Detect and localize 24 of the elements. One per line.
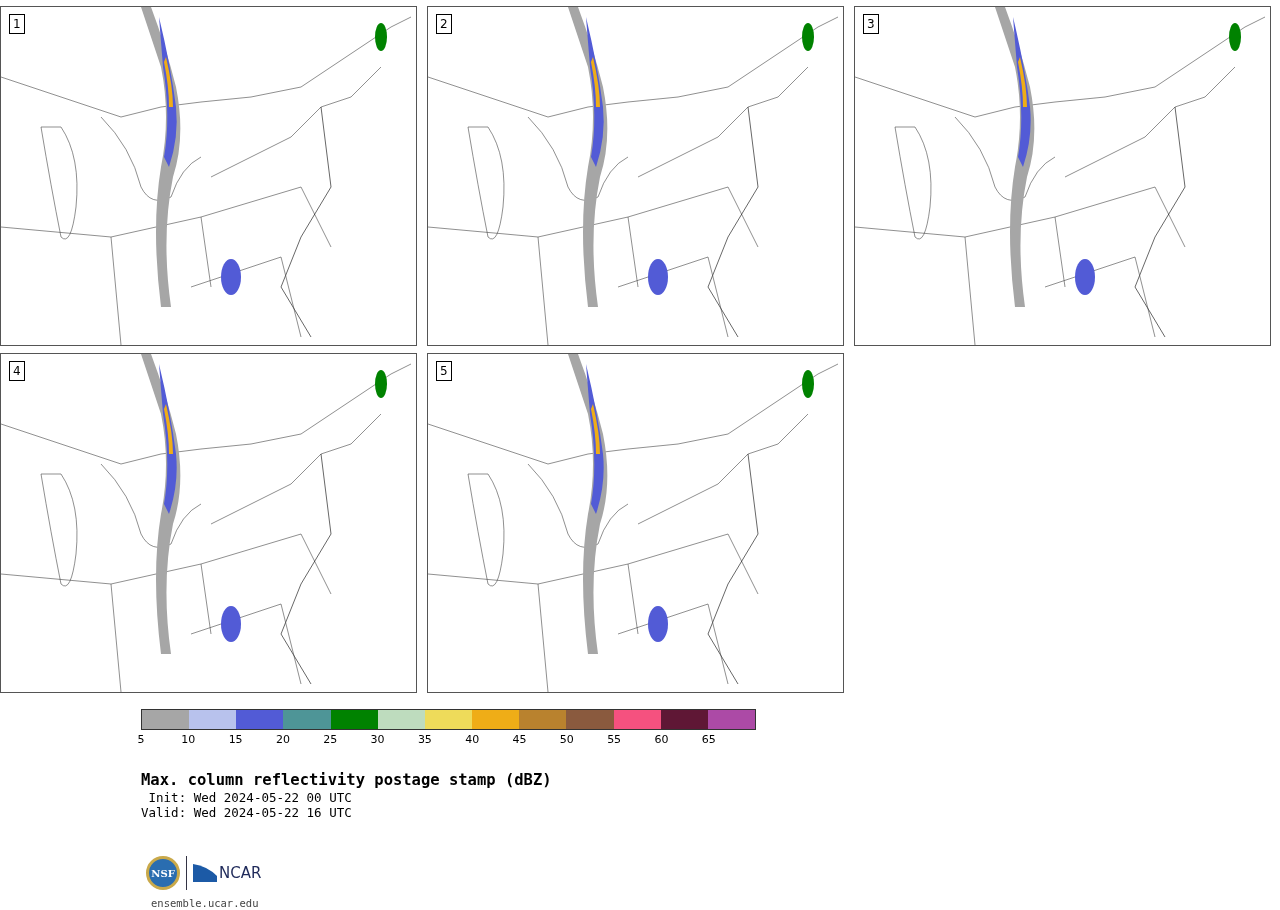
ncar-logo: NCAR <box>193 864 262 882</box>
chart-title: Max. column reflectivity postage stamp (dBZ) <box>141 770 552 790</box>
tick-label: 15 <box>228 733 243 746</box>
valid-time: Valid: Wed 2024-05-22 16 UTC <box>141 805 352 820</box>
tick-label: 60 <box>654 733 669 746</box>
tick-label: 5 <box>137 733 145 746</box>
tick-label: 30 <box>370 733 385 746</box>
tick-label: 20 <box>275 733 290 746</box>
tick-label: 35 <box>417 733 432 746</box>
panel-number: 5 <box>436 361 452 381</box>
tick-label: 65 <box>701 733 716 746</box>
tick-label: 10 <box>181 733 196 746</box>
tick-label: 45 <box>512 733 527 746</box>
nsf-logo: NSF <box>146 856 180 890</box>
panel-number: 1 <box>9 14 25 34</box>
tick-label: 40 <box>465 733 480 746</box>
panel-number: 3 <box>863 14 879 34</box>
tick-label: 50 <box>559 733 574 746</box>
tick-label: 25 <box>323 733 338 746</box>
init-time: Init: Wed 2024-05-22 00 UTC <box>147 790 352 805</box>
panel-number: 2 <box>436 14 452 34</box>
panel-number: 4 <box>9 361 25 381</box>
tick-label: 55 <box>607 733 622 746</box>
footer-url: ensemble.ucar.edu <box>151 896 259 910</box>
